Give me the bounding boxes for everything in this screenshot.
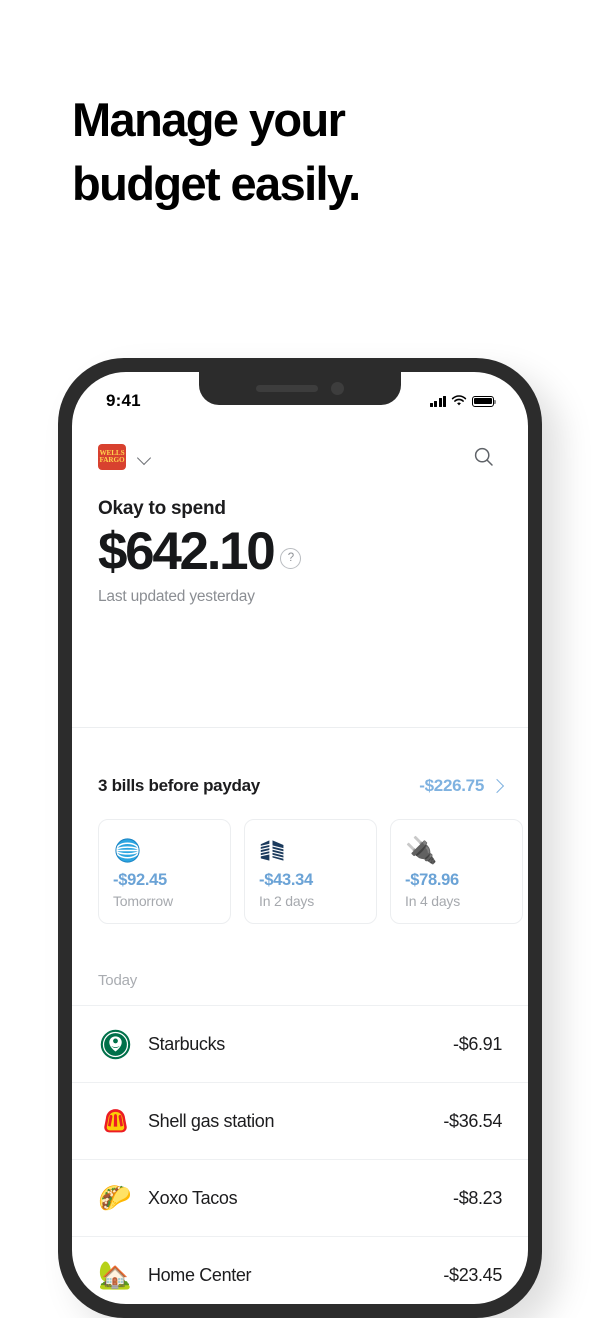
status-bar-icons (429, 391, 497, 407)
house-with-garden-icon: 🏡 (98, 1259, 132, 1290)
page-headline: Manage your budget easily. (72, 88, 502, 216)
bills-total-amount: -$226.75 (419, 776, 484, 795)
transaction-name: Shell gas station (148, 1110, 275, 1131)
bill-amount: -$78.96 (405, 871, 459, 889)
headline-line-1: Manage your (72, 93, 346, 146)
app-header: WELLS FARGO (72, 426, 528, 488)
balance-amount: $642.10 (98, 522, 276, 581)
transaction-name: Home Center (148, 1264, 252, 1285)
front-camera-icon (331, 382, 344, 395)
phone-mockup: 9:41 WELLS FARGO Okay to spend $642.10 ?… (58, 358, 542, 1318)
bill-card[interactable]: -$92.45 Tomorrow (98, 819, 231, 924)
help-icon[interactable]: ? (280, 547, 302, 569)
headline-line-2: budget easily. (72, 157, 361, 210)
balance-last-updated: Last updated yesterday (98, 587, 255, 605)
balance-section: Okay to spend $642.10 ? Last updated yes… (72, 498, 528, 606)
taco-icon: 🌮 (98, 1182, 132, 1213)
balance-label: Okay to spend (98, 498, 226, 519)
earpiece-speaker-icon (256, 385, 318, 392)
bill-due-date: In 4 days (405, 893, 461, 909)
wifi-icon (451, 395, 467, 406)
bill-amount: -$43.34 (259, 871, 313, 889)
att-globe-logo-icon (113, 833, 230, 867)
transactions-section: Today Starbucks -$6.91 Shell gas station… (72, 972, 528, 1304)
transactions-day-label: Today (98, 972, 138, 989)
bill-cards-list: -$92.45 Tomorrow -$43.34 In 2 days 🔌 -$7… (98, 819, 528, 924)
section-divider (72, 727, 528, 728)
bill-due-date: In 2 days (259, 893, 315, 909)
balance-amount-row: $642.10 ? (98, 522, 502, 581)
battery-full-icon (472, 395, 497, 407)
electric-plug-icon: 🔌 (405, 835, 438, 865)
transaction-amount: -$8.23 (453, 1187, 502, 1208)
account-switcher[interactable]: WELLS FARGO (98, 444, 153, 470)
chevron-right-icon[interactable] (489, 778, 505, 794)
bills-header[interactable]: 3 bills before payday -$226.75 (72, 776, 528, 796)
bill-due-date: Tomorrow (113, 893, 173, 909)
chevron-down-icon[interactable] (138, 453, 153, 462)
transaction-row[interactable]: 🏡 Home Center -$23.45 (72, 1236, 528, 1304)
transaction-amount: -$23.45 (443, 1264, 502, 1285)
shell-logo-icon (98, 1104, 132, 1138)
transaction-row[interactable]: 🌮 Xoxo Tacos -$8.23 (72, 1159, 528, 1236)
bill-card[interactable]: 🔌 -$78.96 In 4 days (390, 819, 523, 924)
phone-notch (199, 372, 401, 405)
transaction-name: Xoxo Tacos (148, 1187, 238, 1208)
bills-total-group[interactable]: -$226.75 (419, 776, 505, 796)
bill-amount: -$92.45 (113, 871, 167, 889)
transaction-row[interactable]: Starbucks -$6.91 (72, 1005, 528, 1082)
starbucks-logo-icon (98, 1027, 132, 1061)
transaction-name: Starbucks (148, 1033, 225, 1054)
bill-card[interactable]: -$43.34 In 2 days (244, 819, 377, 924)
navy-striped-logo-icon (259, 833, 376, 867)
cellular-signal-icon (429, 395, 446, 407)
phone-screen: 9:41 WELLS FARGO Okay to spend $642.10 ?… (72, 372, 528, 1304)
transaction-row[interactable]: Shell gas station -$36.54 (72, 1082, 528, 1159)
search-icon[interactable] (472, 445, 496, 469)
status-bar-time: 9:41 (106, 391, 141, 410)
bills-title: 3 bills before payday (98, 776, 260, 795)
transaction-amount: -$6.91 (453, 1033, 502, 1054)
wells-fargo-logo-icon: WELLS FARGO (98, 444, 126, 470)
transaction-amount: -$36.54 (443, 1110, 502, 1131)
bank-logo-line-2: FARGO (99, 456, 125, 464)
